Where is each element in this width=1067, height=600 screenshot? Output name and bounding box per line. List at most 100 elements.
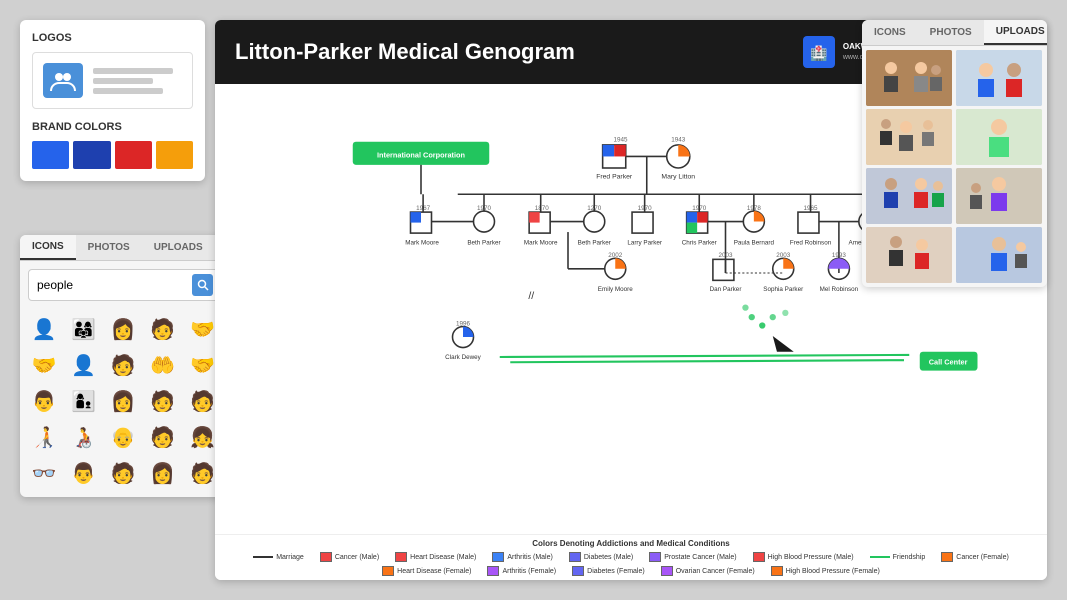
- fred-name: Fred Parker: [596, 174, 633, 181]
- beth2-name: Beth Parker: [578, 240, 611, 247]
- photos-grid: [862, 46, 1047, 287]
- photo-3[interactable]: [866, 109, 952, 165]
- oakwood-logo-icon: 🏥: [803, 36, 835, 68]
- emily-name: Emily Moore: [598, 286, 633, 293]
- icon-23[interactable]: 🧑: [107, 457, 139, 489]
- icon-16[interactable]: 🧑‍🦯: [28, 421, 60, 453]
- legend-hbp-male-label: High Blood Pressure (Male): [768, 554, 854, 561]
- legend-marriage: Marriage: [253, 552, 304, 562]
- icon-15[interactable]: 🧑: [186, 385, 218, 417]
- legend-hbp-female-label: High Blood Pressure (Female): [786, 568, 880, 575]
- legend-diabetes-female-label: Diabetes (Female): [587, 568, 645, 575]
- fred-r-name: Fred Robinson: [790, 240, 832, 247]
- legend-marriage-label: Marriage: [276, 554, 304, 561]
- logo-line-2: [93, 78, 153, 84]
- icon-13[interactable]: 👩: [107, 385, 139, 417]
- icon-11[interactable]: 👨: [28, 385, 60, 417]
- icon-7[interactable]: 👤: [68, 349, 100, 381]
- legend-prostate: Prostate Cancer (Male): [649, 552, 736, 562]
- color-yellow[interactable]: [156, 141, 193, 169]
- legend-diabetes-female: Diabetes (Female): [572, 566, 645, 576]
- icon-19[interactable]: 🧑: [147, 421, 179, 453]
- beth2-symbol: [584, 211, 605, 232]
- icon-21[interactable]: 👓: [28, 457, 60, 489]
- legend-arthritis-male-label: Arthritis (Male): [507, 554, 553, 561]
- mark-m2-q1: [529, 212, 540, 223]
- spinner-5: [742, 305, 748, 311]
- chris-q1: [687, 212, 698, 223]
- icon-6[interactable]: 🤝: [28, 349, 60, 381]
- logos-panel: LOGOS BRAND COLORS: [20, 20, 205, 181]
- tab-icons[interactable]: ICONS: [20, 235, 76, 260]
- photo-5[interactable]: [866, 168, 952, 224]
- right-tab-uploads[interactable]: UPLOADS: [984, 20, 1047, 45]
- icons-grid: 👤 👨‍👩‍👧 👩 🧑 🤝 🤝 👤 🧑 🤲 🤝 👨 👩‍👦 👩 🧑 🧑 🧑‍🦯 …: [20, 309, 230, 497]
- call-center-label: Call Center: [929, 357, 968, 366]
- legend-heartdisease-female-label: Heart Disease (Female): [397, 568, 471, 575]
- dan-year: 2003: [718, 252, 733, 259]
- legend-items: Marriage Cancer (Male) Heart Disease (Ma…: [225, 552, 1037, 576]
- search-button[interactable]: [192, 274, 213, 296]
- icon-18[interactable]: 👴: [107, 421, 139, 453]
- icon-24[interactable]: 👩: [147, 457, 179, 489]
- icon-8[interactable]: 🧑: [107, 349, 139, 381]
- legend-ovarian-label: Ovarian Cancer (Female): [676, 568, 755, 575]
- icon-5[interactable]: 🤝: [186, 313, 218, 345]
- legend-cancer-male-label: Cancer (Male): [335, 554, 379, 561]
- tab-uploads[interactable]: UPLOADS: [142, 235, 215, 260]
- icon-10[interactable]: 🤝: [186, 349, 218, 381]
- icon-3[interactable]: 👩: [107, 313, 139, 345]
- icon-25[interactable]: 🧑: [186, 457, 218, 489]
- photo-8[interactable]: [956, 227, 1042, 283]
- brand-colors-row: [32, 141, 193, 169]
- icon-17[interactable]: 🧑‍🦽: [68, 421, 100, 453]
- legend-cancer-male: Cancer (Male): [320, 552, 379, 562]
- icon-14[interactable]: 🧑: [147, 385, 179, 417]
- dan-symbol: [713, 259, 734, 280]
- legend-diabetes-male-label: Diabetes (Male): [584, 554, 633, 561]
- right-tab-icons[interactable]: ICONS: [862, 20, 918, 45]
- photo-6[interactable]: [956, 168, 1042, 224]
- logo-line-1: [93, 68, 173, 74]
- photo-7[interactable]: [866, 227, 952, 283]
- larry-name: Larry Parker: [627, 240, 662, 247]
- icon-2[interactable]: 👨‍👩‍👧: [68, 313, 100, 345]
- icon-9[interactable]: 🤲: [147, 349, 179, 381]
- fred-quad4: [614, 156, 626, 168]
- tab-photos[interactable]: PHOTOS: [76, 235, 142, 260]
- fred-year: 1945: [613, 137, 628, 144]
- spinner-4: [749, 314, 755, 320]
- color-dark-blue[interactable]: [73, 141, 110, 169]
- legend-friendship-label: Friendship: [893, 554, 926, 561]
- icon-12[interactable]: 👩‍👦: [68, 385, 100, 417]
- beth-symbol: [474, 211, 495, 232]
- fred-quad1: [603, 145, 615, 157]
- photo-1[interactable]: [866, 50, 952, 106]
- photo-4[interactable]: [956, 109, 1042, 165]
- clark-name: Clark Dewey: [445, 354, 482, 361]
- color-blue[interactable]: [32, 141, 69, 169]
- mark-m1-name: Mark Moore: [405, 240, 439, 247]
- legend-ovarian: Ovarian Cancer (Female): [661, 566, 755, 576]
- legend-arthritis-male: Arthritis (Male): [492, 552, 553, 562]
- photo-2[interactable]: [956, 50, 1042, 106]
- icon-4[interactable]: 🧑: [147, 313, 179, 345]
- chris-q2: [697, 212, 708, 223]
- right-tab-photos[interactable]: PHOTOS: [918, 20, 984, 45]
- icon-22[interactable]: 👨: [68, 457, 100, 489]
- icon-20[interactable]: 👧: [186, 421, 218, 453]
- logo-icon: [43, 63, 83, 98]
- genogram-title: Litton-Parker Medical Genogram: [235, 39, 575, 65]
- right-tabs-bar: ICONS PHOTOS UPLOADS: [862, 20, 1047, 46]
- logo-preview: [32, 52, 193, 109]
- right-panel: ICONS PHOTOS UPLOADS: [862, 20, 1047, 287]
- cursor-arrow: [768, 336, 794, 352]
- icon-1[interactable]: 👤: [28, 313, 60, 345]
- search-input[interactable]: [37, 278, 192, 292]
- mark-m2-year: 1870: [535, 205, 550, 212]
- clark-quad: [463, 327, 474, 338]
- svg-text:🏥: 🏥: [810, 45, 827, 62]
- color-red[interactable]: [115, 141, 152, 169]
- legend-hbp-male: High Blood Pressure (Male): [753, 552, 854, 562]
- search-bar: [28, 269, 222, 301]
